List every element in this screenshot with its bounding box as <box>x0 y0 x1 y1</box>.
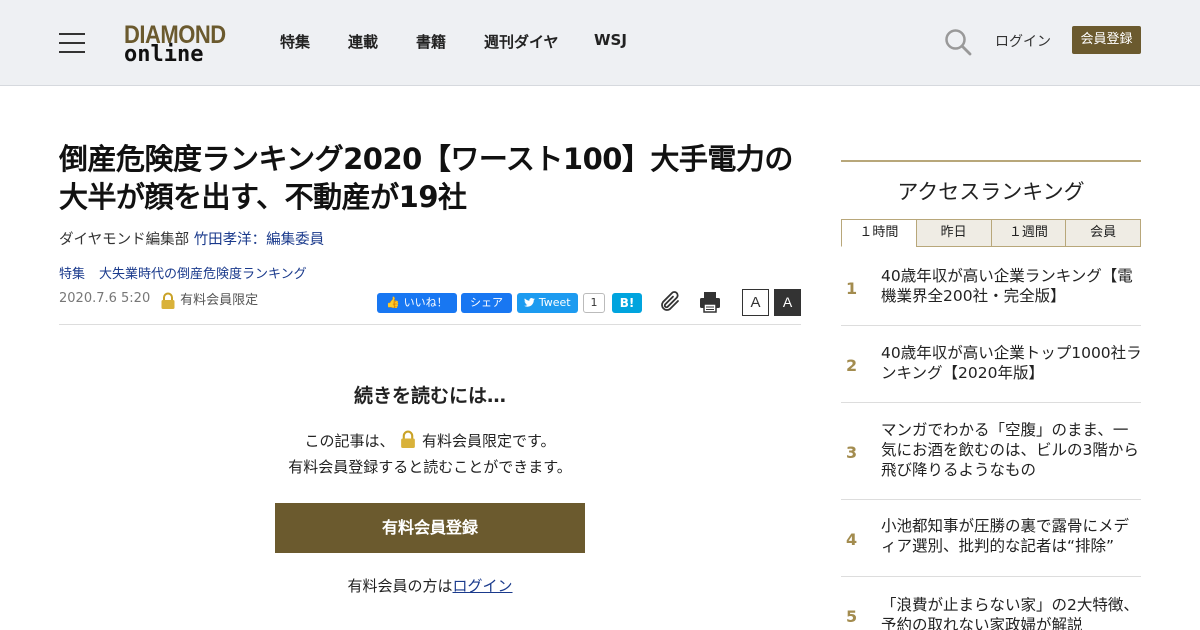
ranking-item[interactable]: 2 40歳年収が高い企業トップ1000社ランキング【2020年版】 <box>841 326 1142 403</box>
site-header: DIAMOND online 特集 連載 書籍 週刊ダイヤ WSJ ログイン 会… <box>0 0 1200 86</box>
nav-item-wsj[interactable]: WSJ <box>594 31 627 49</box>
nav-item-series[interactable]: 連載 <box>348 31 378 52</box>
byline: ダイヤモンド編集部 竹田孝洋：編集委員 <box>59 228 324 249</box>
publish-date: 2020.7.6 5:20 <box>59 291 151 306</box>
paywall-line1-after: 有料会員限定です。 <box>422 432 556 450</box>
article-divider <box>59 324 801 325</box>
clip-icon[interactable] <box>658 290 682 314</box>
ranking-title: アクセスランキング <box>897 180 1085 204</box>
byline-editorial: ダイヤモンド編集部 <box>59 232 194 248</box>
rank-number: 2 <box>846 356 858 375</box>
thumbs-up-icon: 👍 <box>386 296 401 309</box>
article-title: 倒産危険度ランキング2020【ワースト100】大手電力の大半が顔を出す、不動産が… <box>59 142 793 214</box>
paywall-heading: 続きを読むには… <box>353 385 506 407</box>
rank-title: 「浪費が止まらない家」の2大特徴、予約の取れない家政婦が解説 <box>881 596 1139 630</box>
rank-title: 40歳年収が高い企業トップ1000社ランキング【2020年版】 <box>881 344 1142 382</box>
nav-item-books[interactable]: 書籍 <box>416 31 446 52</box>
register-button[interactable]: 会員登録 <box>1072 26 1141 54</box>
ranking-tabs: １時間 昨日 １週間 会員 <box>841 219 1141 247</box>
paywall-line1-before: この記事は、 <box>304 432 395 450</box>
sidebar-top-rule <box>841 160 1141 162</box>
tab-yesterday[interactable]: 昨日 <box>915 219 992 247</box>
ranking-item[interactable]: 5 「浪費が止まらない家」の2大特徴、予約の取れない家政婦が解説 <box>841 577 1141 630</box>
tag-list: 特集 大失業時代の倒産危険度ランキング <box>59 263 321 282</box>
paywall-login-prefix: 有料会員の方は <box>347 577 453 595</box>
rank-title: 40歳年収が高い企業ランキング【電機業界全200社・完全版】 <box>881 267 1133 305</box>
rank-number: 3 <box>846 443 858 462</box>
menu-icon[interactable] <box>59 33 85 53</box>
lock-icon <box>161 292 175 309</box>
font-size-large-button[interactable]: A <box>774 289 801 316</box>
print-icon[interactable] <box>698 290 722 314</box>
member-only-label: 有料会員限定 <box>160 289 258 310</box>
nav-item-weekly[interactable]: 週刊ダイヤ <box>484 31 559 52</box>
rank-number: 5 <box>846 607 858 626</box>
tab-week[interactable]: １週間 <box>990 219 1067 247</box>
ranking-item[interactable]: 1 40歳年収が高い企業ランキング【電機業界全200社・完全版】 <box>841 247 1141 326</box>
rank-title: マンガでわかる「空腹」のまま、一気にお酒を飲むのは、ビルの3階から飛び降りるよう… <box>881 421 1139 479</box>
site-logo[interactable]: DIAMOND online <box>124 20 228 67</box>
ranking-item[interactable]: 3 マンガでわかる「空腹」のまま、一気にお酒を飲むのは、ビルの3階から飛び降りる… <box>841 403 1141 500</box>
paid-register-button[interactable]: 有料会員登録 <box>275 503 585 553</box>
facebook-like-button[interactable]: 👍 いいね！ <box>377 293 457 313</box>
tweet-button[interactable]: Tweet <box>517 293 578 313</box>
search-icon[interactable] <box>944 28 972 56</box>
paywall-line2: 有料会員登録すると読むことができます。 <box>288 458 572 476</box>
logo-bottom-text: online <box>124 42 204 67</box>
rank-number: 1 <box>846 279 858 298</box>
tweet-count: 1 <box>583 293 605 313</box>
nav-item-features[interactable]: 特集 <box>280 31 310 52</box>
facebook-like-label: いいね！ <box>403 296 448 309</box>
tag-link[interactable]: 大失業時代の倒産危険度ランキング <box>99 267 307 282</box>
login-link[interactable]: ログイン <box>995 31 1051 51</box>
rank-number: 4 <box>846 530 858 549</box>
font-size-small-button[interactable]: A <box>742 289 769 316</box>
twitter-bird-icon <box>524 298 536 307</box>
member-only-text: 有料会員限定 <box>180 293 259 308</box>
ranking-item[interactable]: 4 小池都知事が圧勝の裏で露骨にメディア選別、批判的な記者は“排除” <box>841 500 1141 577</box>
tweet-label: Tweet <box>538 296 571 309</box>
facebook-share-button[interactable]: シェア <box>461 293 512 313</box>
author-link[interactable]: 竹田孝洋：編集委員 <box>194 232 325 248</box>
lock-icon <box>401 430 416 448</box>
tab-members[interactable]: 会員 <box>1065 219 1141 247</box>
tab-hour[interactable]: １時間 <box>841 219 917 247</box>
tag-link[interactable]: 特集 <box>59 267 85 282</box>
paywall-login-link[interactable]: ログイン <box>453 577 513 595</box>
hatena-bookmark-button[interactable]: B! <box>612 293 642 313</box>
paywall-message: この記事は、 有料会員限定です。 有料会員登録すると読むことができます。 <box>59 428 801 480</box>
rank-title: 小池都知事が圧勝の裏で露骨にメディア選別、批判的な記者は“排除” <box>881 517 1130 555</box>
paywall-login-line: 有料会員の方はログイン <box>59 575 801 596</box>
